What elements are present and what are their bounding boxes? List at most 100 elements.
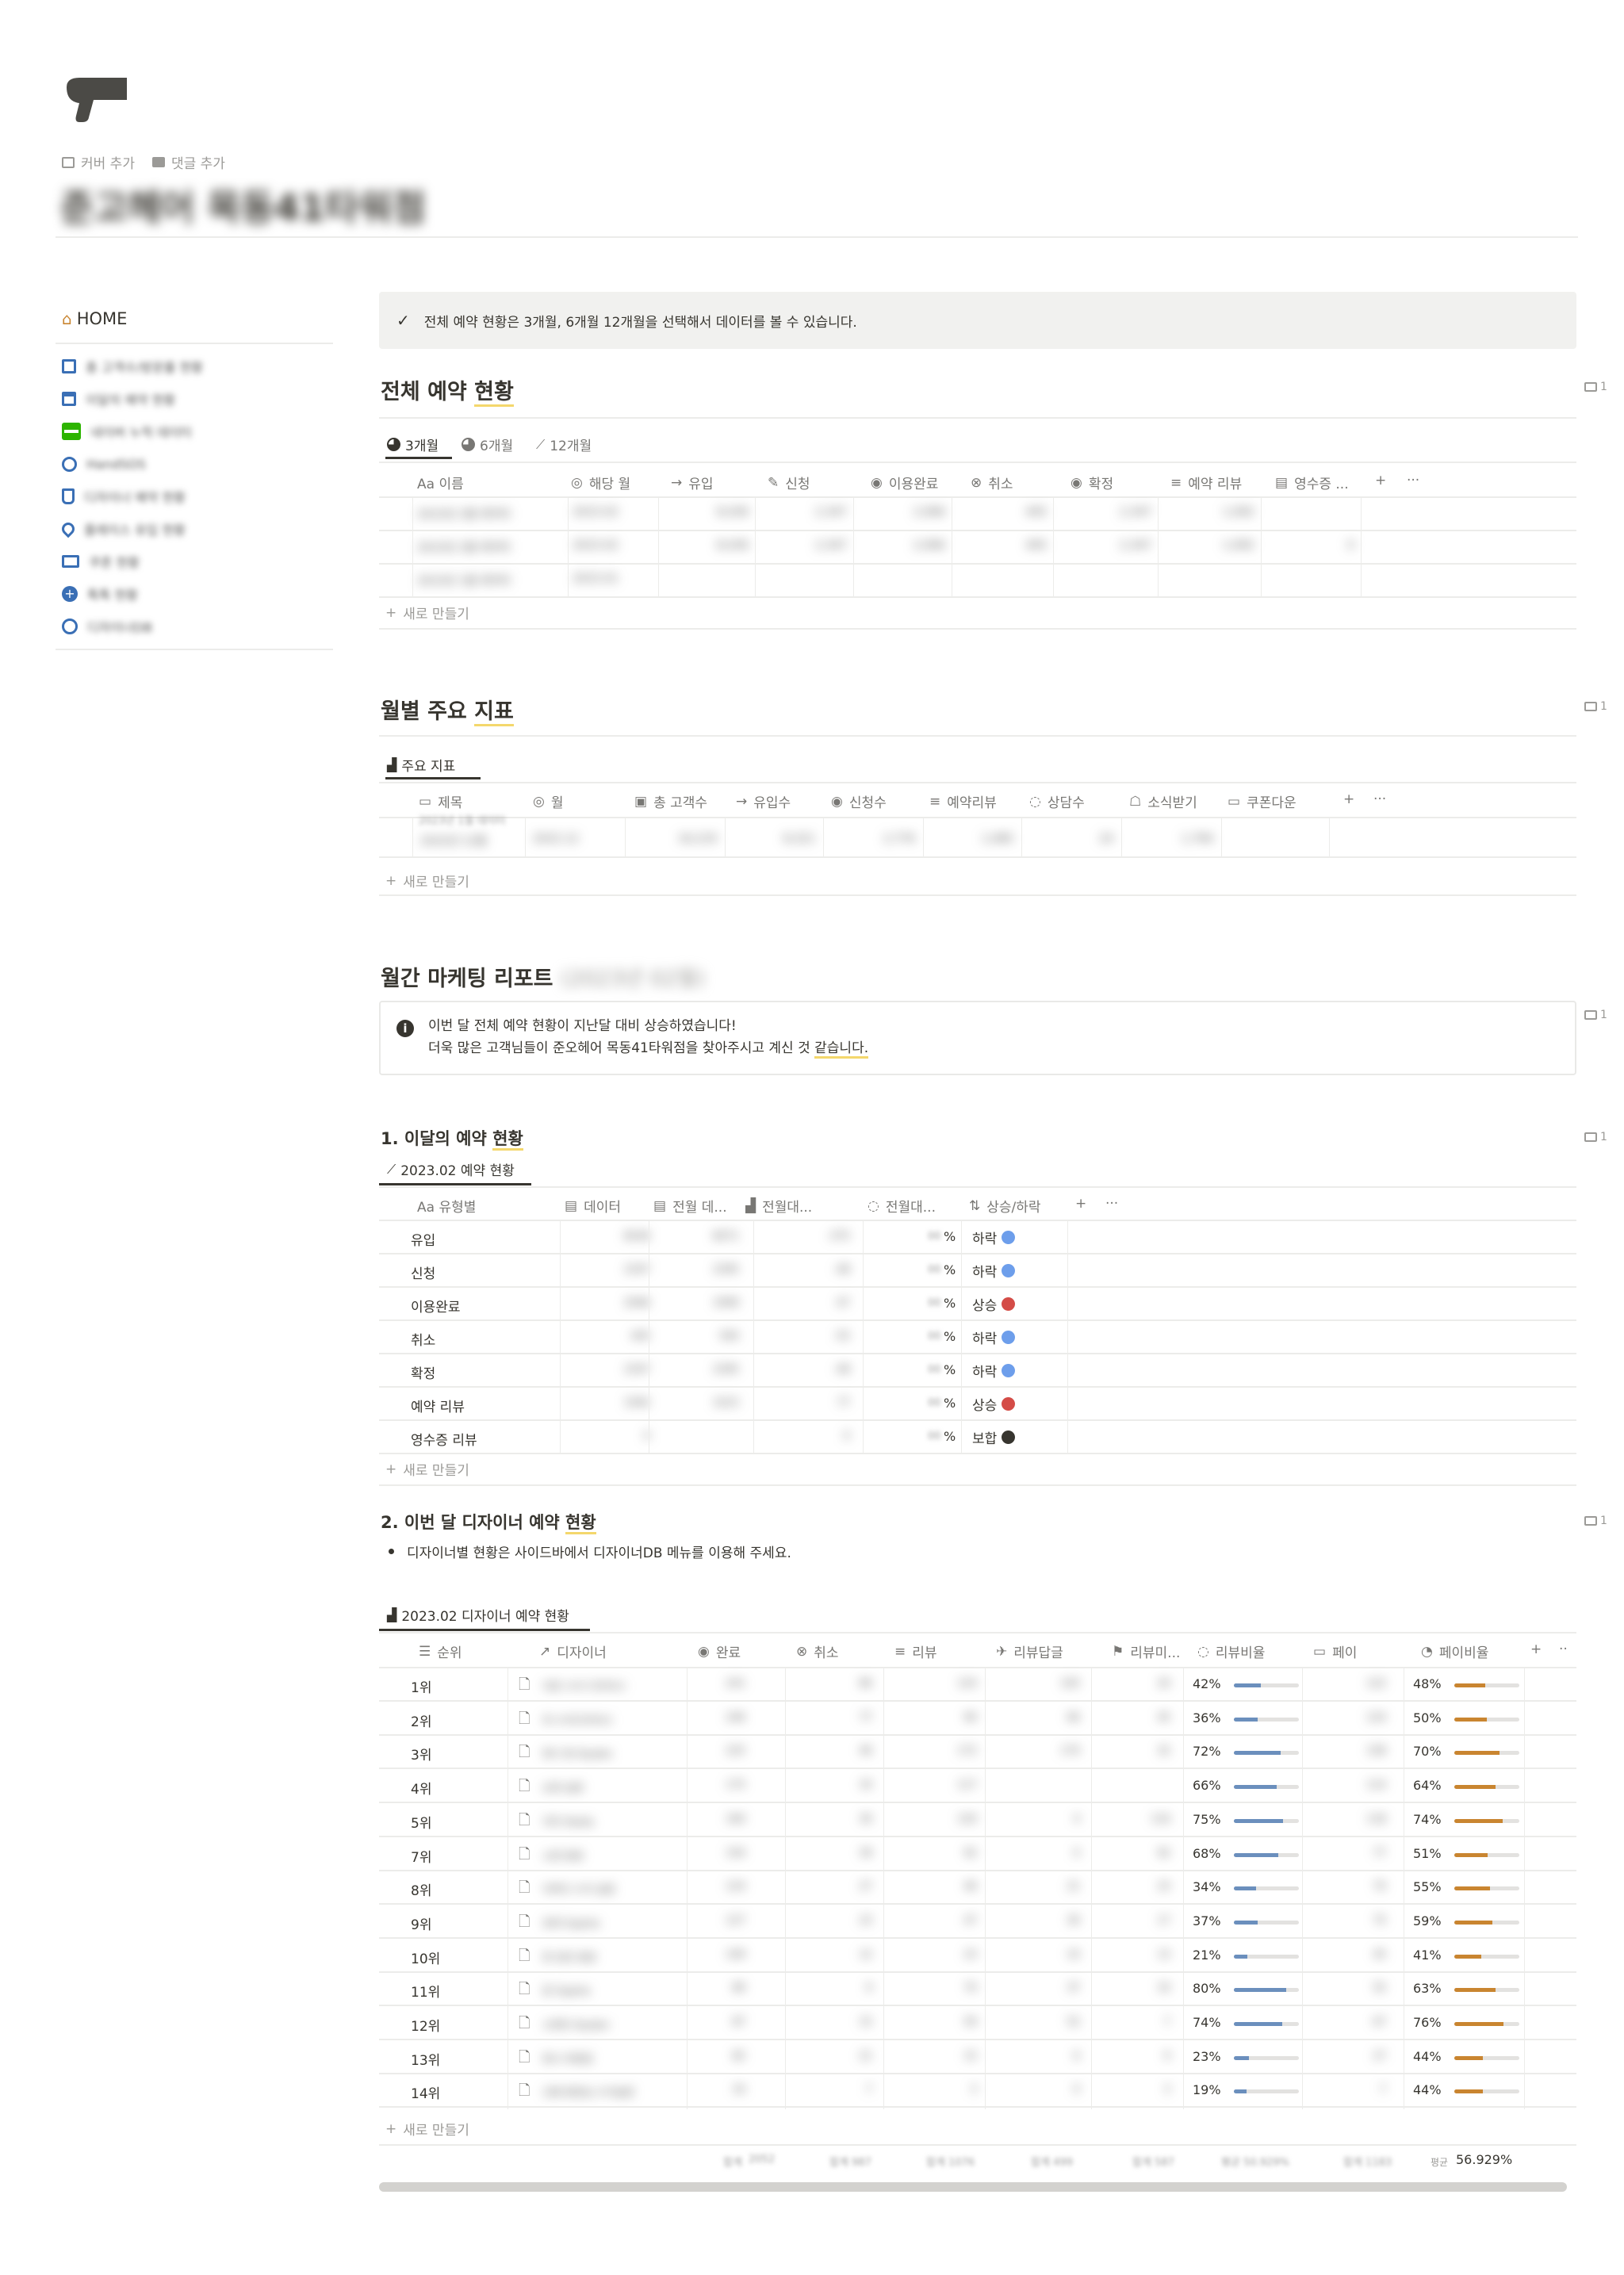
type-cell[interactable]: 취소 [411,1329,435,1349]
sidebar-item-naver-data[interactable]: 네이버 누적 데이터 [62,420,192,442]
designer-name-link[interactable]: 손정 실장 [542,1779,677,1794]
table-cell[interactable]: 2023년 2월 데이터 [417,506,553,522]
add-cover-button[interactable]: 커버 추가 [62,152,135,172]
col-header-trend[interactable]: ⇅ 상승/하락 [969,1196,1041,1216]
col-header-review-ratio[interactable]: ◌ 리뷰비율 [1197,1641,1265,1662]
designer-name-link[interactable]: 최 수석디자이너 [542,1712,677,1727]
col-header-done[interactable]: ◉ 완료 [698,1641,741,1662]
type-cell[interactable]: 이용완료 [411,1296,461,1316]
new-row-button[interactable]: + 새로 만들기 [385,1459,469,1480]
comment-count-button[interactable]: 1 [1584,381,1607,393]
col-header-consult[interactable]: ◌ 상담수 [1029,791,1085,812]
col-header-inflow[interactable]: → 유입수 [736,791,791,812]
tab-2023-02-reservations[interactable]: ⟋ 2023.02 예약 현황 [387,1159,515,1180]
designer-name-link[interactable]: 이준 수석 디자이너 [542,1678,677,1693]
col-header-reservation-review[interactable]: ≡ 예약리뷰 [929,791,997,812]
tab-12months[interactable]: ⟋ 12개월 [536,435,592,455]
sidebar-item-place[interactable]: 플레이스 유입 현황 [59,518,186,540]
more-options-button[interactable]: ··· [1407,473,1419,488]
col-header-subscribe[interactable]: ☖ 소식받기 [1129,791,1197,812]
designer-name-link[interactable]: 유희 Sophie [542,1915,677,1930]
designer-name-link[interactable]: 한 반콘 원장 [542,1949,677,1964]
designer-name-link[interactable]: 신형 원장님 수석실장 [542,2084,677,2099]
table-cell[interactable]: 2023년 2월 데이터 [417,539,553,555]
person-icon [62,619,78,634]
col-header-pay-ratio[interactable]: ◔ 페이비율 [1421,1641,1488,1662]
col-header-type[interactable]: Aa 유형별 [417,1196,476,1216]
type-cell[interactable]: 유입 [411,1229,435,1249]
sidebar-item-handsos[interactable]: HandSOS [62,453,146,475]
table-cell[interactable]: 2022년 12월 [420,833,514,848]
col-header-prev-month[interactable]: ▤ 전월 데... [653,1196,727,1216]
comment-count-button[interactable]: 1 [1584,1515,1607,1527]
col-header-prev-diff[interactable]: ▟ 전월대... [745,1196,812,1216]
page-icon-hairdryer[interactable] [62,76,135,128]
type-cell[interactable]: 예약 리뷰 [411,1396,465,1415]
col-header-name[interactable]: Aa 이름 [417,473,464,492]
col-header-cancel[interactable]: ⊗ 취소 [796,1641,839,1662]
more-options-button[interactable]: ··· [1373,791,1386,807]
col-header-pay[interactable]: ▭ 페이 [1313,1641,1357,1662]
col-header-review[interactable]: ≡ 리뷰 [894,1641,937,1662]
col-header-data[interactable]: ▤ 데이터 [565,1196,621,1216]
add-column-button[interactable]: + [1530,1641,1542,1657]
sidebar-item-coupon[interactable]: 쿠폰 현황 [62,550,140,573]
horizontal-scrollbar[interactable] [379,2182,1567,2192]
more-options-button[interactable]: ··· [1105,1196,1118,1212]
sidebar-item-talktalk[interactable]: + 톡톡 현황 [62,583,138,605]
sidebar-item-designer-reservations[interactable]: 디자이너 예약 현황 [62,485,186,507]
add-comment-button[interactable]: 댓글 추가 [151,152,225,172]
page-title[interactable]: 준고헤어 목동41타워점 [60,179,426,232]
tab-2023-02-designer[interactable]: ▟ 2023.02 디자이너 예약 현황 [387,1605,569,1625]
sidebar-item-designer-db[interactable]: 디자이너DB [62,615,152,638]
col-header-reservation-review[interactable]: ≡ 예약 리뷰 [1170,473,1242,493]
check-circle-icon: ◉ [871,474,883,491]
col-header-apply[interactable]: ✎ 신청 [768,473,810,493]
comment-count-button[interactable]: 1 [1584,700,1607,713]
col-header-title[interactable]: ▭ 제목 [419,791,462,812]
designer-name-link[interactable]: 지아 Stella [542,1813,677,1829]
add-column-button[interactable]: + [1375,473,1386,488]
col-header-unreplied[interactable]: ⚑ 리뷰미... [1112,1641,1180,1662]
col-header-rank[interactable]: ☰ 순위 [419,1641,462,1662]
add-column-button[interactable]: + [1343,791,1354,807]
col-header-month[interactable]: ◎ 해당 월 [571,473,630,493]
col-header-cancel[interactable]: ⊗ 취소 [971,473,1013,493]
new-row-button[interactable]: + 새로 만들기 [385,2119,469,2139]
col-header-completed[interactable]: ◉ 이용완료 [871,473,938,493]
new-row-button[interactable]: + 새로 만들기 [385,871,469,891]
type-cell[interactable]: 신청 [411,1262,435,1282]
col-header-prev-pct[interactable]: ◌ 전월대... [868,1196,936,1216]
sidebar-item-monthly-reservations[interactable]: 이달의 예약 현황 [62,388,175,410]
col-header-total-customers[interactable]: ▣ 총 고객수 [634,791,707,812]
more-options-button[interactable]: ·· [1559,1641,1568,1657]
designer-name-link[interactable]: 현시 부원장 [542,2051,677,2066]
comment-count-button[interactable]: 1 [1584,1009,1607,1021]
col-header-reply[interactable]: ✈ 리뷰답글 [996,1641,1063,1662]
section-divider [379,417,1576,419]
type-cell[interactable]: 영수증 리뷰 [411,1429,477,1449]
col-header-confirmed[interactable]: ◉ 확정 [1071,473,1113,493]
designer-name-link[interactable]: 현시 원 Aiyden [542,1745,677,1760]
tab-6months[interactable]: 6개월 [462,435,513,454]
col-header-month[interactable]: ◎ 월 [533,791,563,812]
col-header-coupon[interactable]: ▭ 쿠폰다운 [1228,791,1297,812]
comment-count-button[interactable]: 1 [1584,1131,1607,1143]
new-row-button[interactable]: + 새로 만들기 [385,603,469,623]
designer-name-link[interactable]: 소현 원장 [542,1848,677,1863]
sidebar-home-link[interactable]: ⌂ HOME [62,309,127,328]
type-cell[interactable]: 확정 [411,1362,435,1382]
pie-chart-icon [387,438,400,451]
designer-name-link[interactable]: 이하다 수석 실장 [542,1881,677,1896]
sidebar-item-customers[interactable]: 총 고객수/방문률 현황 [62,355,203,377]
tab-3months[interactable]: 3개월 [387,435,439,454]
col-header-receipt[interactable]: ▤ 영수증 ... [1275,473,1349,493]
col-header-designer[interactable]: ↗ 디자이너 [539,1641,607,1662]
table-cell[interactable]: 2023년 1월 데이터 [417,573,553,588]
col-header-inflow[interactable]: → 유입 [671,473,714,493]
designer-name-link[interactable]: 소현진 Aiyden [542,2016,677,2032]
col-header-apply[interactable]: ◉ 신청수 [831,791,887,812]
designer-name-link[interactable]: 윤 Sophie [542,1982,677,1997]
add-column-button[interactable]: + [1075,1196,1086,1212]
tab-key-metrics[interactable]: ▟ 주요 지표 [387,755,455,775]
